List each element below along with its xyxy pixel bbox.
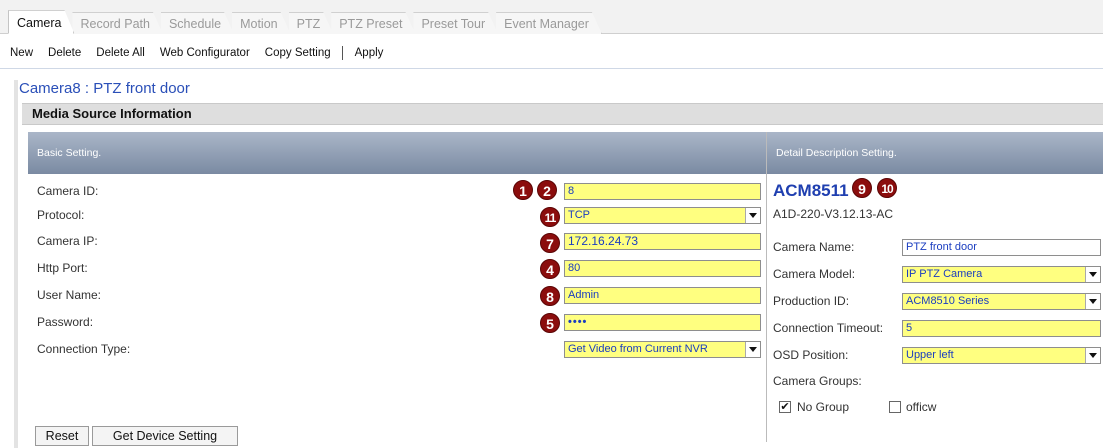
annotation-badge-5: 5 [540,313,560,333]
protocol-value: TCP [568,209,590,221]
connection-timeout-label: Connection Timeout: [773,321,884,335]
annotation-badge-2: 2 [537,180,557,200]
toolbar: New Delete Delete All Web Configurator C… [0,42,398,64]
user-name-field[interactable]: Admin [564,287,761,304]
annotation-badge-9: 9 [852,178,872,198]
chevron-down-icon[interactable] [1085,348,1100,363]
new-button[interactable]: New [10,47,33,59]
reset-button[interactable]: Reset [35,426,89,446]
officw-checkbox[interactable] [889,401,901,413]
user-name-label: User Name: [37,288,102,302]
connection-timeout-field[interactable]: 5 [902,320,1101,337]
camera-model-select[interactable]: IP PTZ Camera [902,266,1101,283]
officw-label: officw [906,400,937,414]
connection-type-select[interactable]: Get Video from Current NVR [564,341,761,358]
connection-type-label: Connection Type: [37,342,131,356]
osd-position-label: OSD Position: [773,348,849,362]
camera-id-field[interactable]: 8 [564,183,761,200]
http-port-label: Http Port: [37,261,88,275]
chevron-down-icon[interactable] [1085,294,1100,309]
camera-groups-label: Camera Groups: [773,374,862,388]
production-id-value: ACM8510 Series [906,295,990,307]
password-label: Password: [37,315,94,329]
annotation-badge-10: 10 [877,178,897,198]
web-configurator-button[interactable]: Web Configurator [160,47,250,59]
http-port-field[interactable]: 80 [564,260,761,277]
protocol-select[interactable]: TCP [564,207,761,224]
basic-setting-header: Basic Setting. [28,132,766,174]
chevron-down-icon[interactable] [745,208,760,223]
chevron-down-icon[interactable] [745,342,760,357]
camera-model-label: Camera Model: [773,267,856,281]
camera-title: Camera8 : PTZ front door [19,80,190,97]
detail-setting-header: Detail Description Setting. [767,132,1103,174]
toolbar-separator [341,46,343,60]
camera-name-field[interactable]: PTZ front door [902,239,1101,256]
osd-position-value: Upper left [906,349,954,361]
tab-list: Camera Record Path Schedule Motion PTZ P… [8,10,600,34]
no-group-label: No Group [797,400,850,414]
camera-model-value: IP PTZ Camera [906,268,983,280]
connection-type-value: Get Video from Current NVR [568,343,708,355]
tab-bar: Camera Record Path Schedule Motion PTZ P… [0,0,1103,34]
delete-button[interactable]: Delete [48,47,81,59]
protocol-label: Protocol: [37,208,85,222]
column-divider [766,132,767,442]
chevron-down-icon[interactable] [1085,267,1100,282]
annotation-badge-8: 8 [540,286,560,306]
password-field[interactable]: •••• [564,314,761,331]
tab-camera[interactable]: Camera [8,10,74,34]
apply-button[interactable]: Apply [355,47,384,59]
tab-preset-tour[interactable]: Preset Tour [413,12,498,34]
annotation-badge-7: 7 [540,233,560,253]
left-strip [14,80,18,448]
model-name: ACM8511 [773,181,849,200]
production-id-select[interactable]: ACM8510 Series [902,293,1101,310]
no-group-checkbox[interactable]: ✔ [779,401,791,413]
tab-ptz[interactable]: PTZ [289,12,334,34]
tab-record-path[interactable]: Record Path [72,12,162,34]
camera-ip-field[interactable]: 172.16.24.73 [564,233,761,250]
camera-ip-label: Camera IP: [37,234,98,248]
section-header: Media Source Information [22,103,1103,125]
copy-setting-button[interactable]: Copy Setting [265,47,331,59]
camera-name-label: Camera Name: [773,240,855,254]
tab-motion[interactable]: Motion [232,12,291,34]
production-id-label: Production ID: [773,294,850,308]
tab-event-manager[interactable]: Event Manager [496,12,602,34]
camera-id-label: Camera ID: [37,184,99,198]
tab-schedule[interactable]: Schedule [161,12,234,34]
annotation-badge-11: 11 [540,207,560,227]
annotation-badge-4: 4 [540,259,560,279]
tab-ptz-preset[interactable]: PTZ Preset [331,12,415,34]
annotation-badge-1: 1 [513,180,533,200]
toolbar-divider [0,68,1103,69]
get-device-setting-button[interactable]: Get Device Setting [92,426,238,446]
osd-position-select[interactable]: Upper left [902,347,1101,364]
delete-all-button[interactable]: Delete All [96,47,145,59]
firmware-version: A1D-220-V3.12.13-AC [773,207,894,221]
